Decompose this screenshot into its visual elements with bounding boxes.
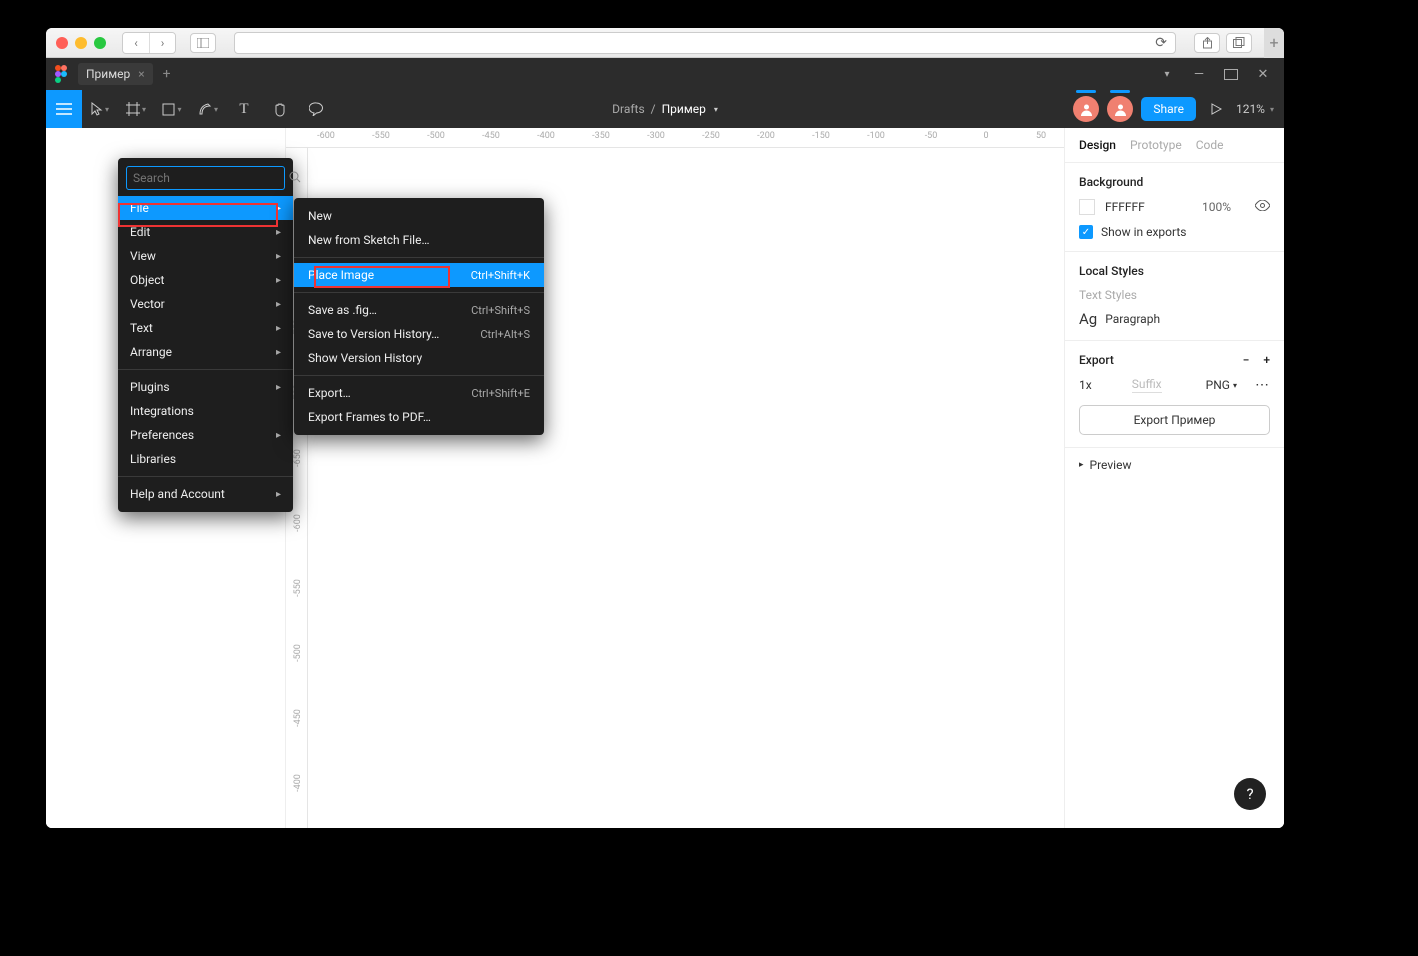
menu-text[interactable]: Text (118, 316, 293, 340)
window-controls: ▾ — ✕ (1160, 67, 1278, 82)
close-tab-icon[interactable]: × (138, 67, 144, 81)
tab-design[interactable]: Design (1079, 138, 1116, 152)
new-tab-button[interactable]: + (1264, 28, 1284, 58)
menu-object[interactable]: Object (118, 268, 293, 292)
file-tab[interactable]: Пример × (78, 63, 153, 85)
export-scale[interactable]: 1x (1079, 378, 1092, 392)
share-button[interactable]: Share (1141, 97, 1196, 121)
show-in-exports-checkbox[interactable]: ✓ (1079, 225, 1093, 239)
avatar[interactable] (1107, 96, 1133, 122)
minimize-window-icon[interactable] (75, 37, 87, 49)
browser-window: ‹ › ⟳ + Пример × + (46, 28, 1284, 828)
export-suffix[interactable]: Suffix (1132, 377, 1162, 393)
pen-tool[interactable]: ▾ (190, 90, 226, 128)
menu-libraries[interactable]: Libraries (118, 447, 293, 471)
share-icon[interactable] (1194, 33, 1220, 53)
text-tool[interactable]: T (226, 90, 262, 128)
maximize-icon[interactable] (1224, 69, 1238, 80)
menu-file-new-sketch[interactable]: New from Sketch File… (294, 228, 544, 252)
color-hex[interactable]: FFFFFF (1105, 200, 1145, 214)
horizontal-ruler: -600-550-500-450-400-350-300-250-200-150… (286, 128, 1064, 148)
menu-file-new[interactable]: New (294, 204, 544, 228)
figma-toolbar: ▾ ▾ ▾ ▾ T Drafts / Пример ▾ (46, 90, 1284, 128)
back-button[interactable]: ‹ (123, 33, 149, 53)
close-window-icon[interactable] (56, 37, 68, 49)
window-traffic-lights (56, 37, 106, 49)
new-file-tab-button[interactable]: + (163, 66, 171, 82)
main-menu-dropdown: File Edit View Object Vector Text Arrang… (118, 158, 293, 512)
breadcrumb-file: Пример (662, 102, 706, 116)
chevron-down-icon[interactable]: ▾ (1160, 69, 1174, 80)
remove-export-icon[interactable]: − (1243, 353, 1250, 367)
chevron-down-icon[interactable]: ▾ (714, 105, 718, 114)
file-submenu: New New from Sketch File… Place ImageCtr… (294, 198, 544, 435)
move-tool[interactable]: ▾ (82, 90, 118, 128)
menu-vector[interactable]: Vector (118, 292, 293, 316)
menu-help[interactable]: Help and Account (118, 482, 293, 506)
zoom-control[interactable]: 121%▾ (1236, 102, 1274, 116)
background-section: Background FFFFFF 100% ✓ Show in exports (1065, 163, 1284, 252)
file-tab-label: Пример (86, 67, 130, 81)
minimize-icon[interactable]: — (1192, 67, 1206, 82)
properties-tabs: Design Prototype Code (1065, 128, 1284, 163)
add-export-icon[interactable]: + (1263, 353, 1270, 367)
shape-tool[interactable]: ▾ (154, 90, 190, 128)
reload-icon[interactable]: ⟳ (1155, 35, 1167, 51)
figma-titlebar: Пример × + ▾ — ✕ (46, 58, 1284, 90)
frame-tool[interactable]: ▾ (118, 90, 154, 128)
export-format[interactable]: PNG ▾ (1206, 378, 1237, 392)
tabs-icon[interactable] (1226, 33, 1252, 53)
comment-tool[interactable] (298, 90, 334, 128)
tab-code[interactable]: Code (1196, 138, 1224, 152)
menu-preferences[interactable]: Preferences (118, 423, 293, 447)
export-section: Export − + 1x Suffix PNG ▾ ⋯ Export Прим… (1065, 341, 1284, 448)
figma-logo-icon[interactable] (52, 65, 70, 83)
browser-nav-buttons: ‹ › (122, 32, 176, 54)
address-bar[interactable]: ⟳ (234, 32, 1176, 54)
tab-prototype[interactable]: Prototype (1130, 138, 1182, 152)
present-icon[interactable] (1204, 90, 1228, 128)
hand-tool[interactable] (262, 90, 298, 128)
visibility-icon[interactable] (1255, 200, 1270, 214)
opacity-value[interactable]: 100% (1202, 200, 1231, 214)
menu-file-show-version[interactable]: Show Version History (294, 346, 544, 370)
export-options-icon[interactable]: ⋯ (1255, 377, 1270, 393)
avatar[interactable] (1073, 96, 1099, 122)
export-button[interactable]: Export Пример (1079, 405, 1270, 435)
browser-toolbar: ‹ › ⟳ + (46, 28, 1284, 58)
preview-toggle[interactable]: ▸ Preview (1065, 448, 1284, 482)
menu-integrations[interactable]: Integrations (118, 399, 293, 423)
menu-file-save-version[interactable]: Save to Version History…Ctrl+Alt+S (294, 322, 544, 346)
toolbar-right: Share 121%▾ (1073, 90, 1284, 128)
breadcrumb[interactable]: Drafts / Пример ▾ (612, 102, 718, 116)
close-icon[interactable]: ✕ (1256, 67, 1270, 82)
search-icon (289, 171, 301, 186)
menu-arrange[interactable]: Arrange (118, 340, 293, 364)
properties-panel: Design Prototype Code Background FFFFFF … (1064, 128, 1284, 828)
forward-button[interactable]: › (149, 33, 175, 53)
help-button[interactable]: ? (1234, 778, 1266, 810)
menu-file-place-image[interactable]: Place ImageCtrl+Shift+K (294, 263, 544, 287)
browser-right-buttons (1194, 33, 1252, 53)
menu-file[interactable]: File (118, 196, 293, 220)
menu-edit[interactable]: Edit (118, 220, 293, 244)
color-swatch[interactable] (1079, 199, 1095, 215)
text-style-row[interactable]: Ag Paragraph (1079, 310, 1270, 328)
main-menu-button[interactable] (46, 90, 82, 128)
menu-plugins[interactable]: Plugins (118, 375, 293, 399)
menu-view[interactable]: View (118, 244, 293, 268)
maximize-window-icon[interactable] (94, 37, 106, 49)
menu-file-export-pdf[interactable]: Export Frames to PDF… (294, 405, 544, 429)
menu-search-input[interactable] (133, 171, 289, 185)
text-style-preview-icon: Ag (1079, 310, 1097, 328)
menu-search[interactable] (126, 166, 285, 190)
caret-right-icon: ▸ (1079, 460, 1084, 470)
menu-file-export[interactable]: Export…Ctrl+Shift+E (294, 381, 544, 405)
sidebar-toggle-icon[interactable] (190, 33, 216, 53)
menu-file-save-fig[interactable]: Save as .fig…Ctrl+Shift+S (294, 298, 544, 322)
breadcrumb-folder: Drafts (612, 102, 645, 116)
local-styles-section: Local Styles Text Styles Ag Paragraph (1065, 252, 1284, 341)
